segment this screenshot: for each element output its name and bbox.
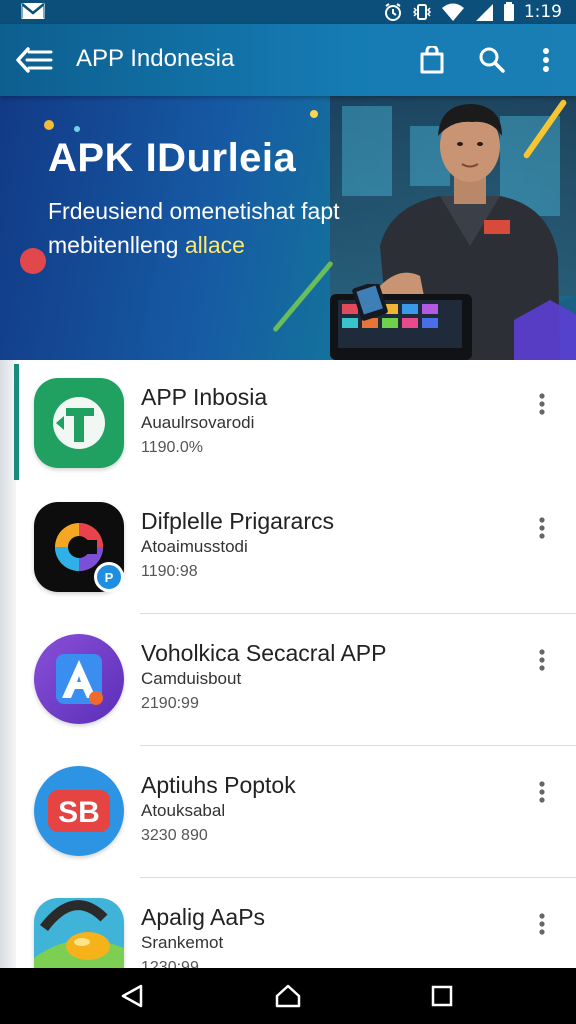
- phone-screen: 1:19 APP Indonesia APK IDurleia Frdeusie…: [0, 0, 576, 1024]
- app-developer: Atouksabal: [141, 801, 226, 820]
- purple-a-app-icon: [34, 634, 124, 724]
- list-divider: [140, 877, 576, 878]
- item-more-icon[interactable]: [526, 512, 558, 544]
- app-developer: Camduisbout: [141, 669, 242, 688]
- green-t-app-icon: [34, 378, 124, 468]
- vibrate-icon: [412, 2, 432, 22]
- app-badge-icon: P: [94, 562, 124, 592]
- game-app-icon: [34, 898, 124, 968]
- app-name: Voholkica Secacral APP: [141, 640, 387, 666]
- signal-icon: [474, 2, 494, 22]
- battery-icon: [503, 2, 515, 22]
- shopping-bag-icon[interactable]: [412, 40, 452, 80]
- app-bar: APP Indonesia: [0, 24, 576, 96]
- decor-dot: [74, 126, 80, 132]
- item-more-icon[interactable]: [526, 908, 558, 940]
- list-item[interactable]: Voholkica Secacral APP Camduisbout 2190:…: [16, 616, 576, 746]
- app-meta: 2190:99: [141, 695, 199, 712]
- more-vert-icon[interactable]: [526, 40, 566, 80]
- app-meta: 1190.0%: [141, 439, 203, 456]
- banner-subtitle-yellow: allace: [184, 232, 245, 258]
- list-item[interactable]: Apalig AaPs Srankemot 1230:99: [16, 880, 576, 968]
- tablet-device: [330, 284, 472, 360]
- alarm-icon: [383, 2, 403, 22]
- gmail-icon: [20, 2, 46, 20]
- app-developer: Atoaimusstodi: [141, 537, 248, 556]
- list-item[interactable]: SB Aptiuhs Poptok Atouksabal 3230 890: [16, 748, 576, 878]
- app-list: APP Inbosia Auaulrsovarodi 1190.0% P Dif…: [0, 360, 576, 968]
- clock-text: 1:19: [523, 2, 562, 22]
- app-developer: Auaulrsovarodi: [141, 413, 255, 432]
- app-name: Apalig AaPs: [141, 904, 266, 930]
- app-meta: 1230:99: [141, 959, 199, 968]
- status-bar: 1:19: [0, 0, 576, 24]
- app-bar-title: APP Indonesia: [76, 45, 235, 72]
- back-triangle-icon[interactable]: [110, 976, 154, 1016]
- app-meta: 3230 890: [141, 827, 208, 844]
- item-more-icon[interactable]: [526, 644, 558, 676]
- app-name: Aptiuhs Poptok: [141, 772, 296, 798]
- banner-headline: APK IDurleia: [48, 136, 297, 180]
- list-item[interactable]: P Difplelle Prigararcs Atoaimusstodi 119…: [16, 484, 576, 614]
- decor-dot: [20, 248, 46, 274]
- app-name: APP Inbosia: [141, 384, 268, 410]
- decor-dot: [310, 110, 318, 118]
- list-divider: [140, 745, 576, 746]
- search-icon[interactable]: [472, 40, 512, 80]
- decor-hexagon: [514, 300, 576, 360]
- list-divider: [140, 613, 576, 614]
- system-nav-bar: [0, 968, 576, 1024]
- item-more-icon[interactable]: [526, 776, 558, 808]
- app-meta: 1190:98: [141, 563, 198, 580]
- back-menu-icon[interactable]: [14, 42, 54, 78]
- recents-square-icon[interactable]: [420, 976, 464, 1016]
- app-developer: Srankemot: [141, 933, 224, 952]
- decor-stroke: [272, 260, 334, 333]
- svg-text:SB: SB: [58, 796, 100, 829]
- banner-subtitle-line1: Frdeusiend omenetishat fapt: [48, 198, 340, 224]
- red-sb-app-icon: SB: [34, 766, 124, 856]
- wifi-icon: [441, 2, 465, 22]
- item-more-icon[interactable]: [526, 388, 558, 420]
- home-icon[interactable]: [266, 976, 310, 1016]
- promo-banner[interactable]: APK IDurleia Frdeusiend omenetishat fapt…: [0, 96, 576, 360]
- banner-subtitle-white: mebitenlleng: [48, 232, 179, 258]
- app-name: Difplelle Prigararcs: [141, 508, 335, 534]
- decor-dot: [44, 120, 54, 130]
- banner-subtitle-line2: mebitenlleng allace: [48, 232, 245, 259]
- list-item[interactable]: APP Inbosia Auaulrsovarodi 1190.0%: [16, 360, 576, 490]
